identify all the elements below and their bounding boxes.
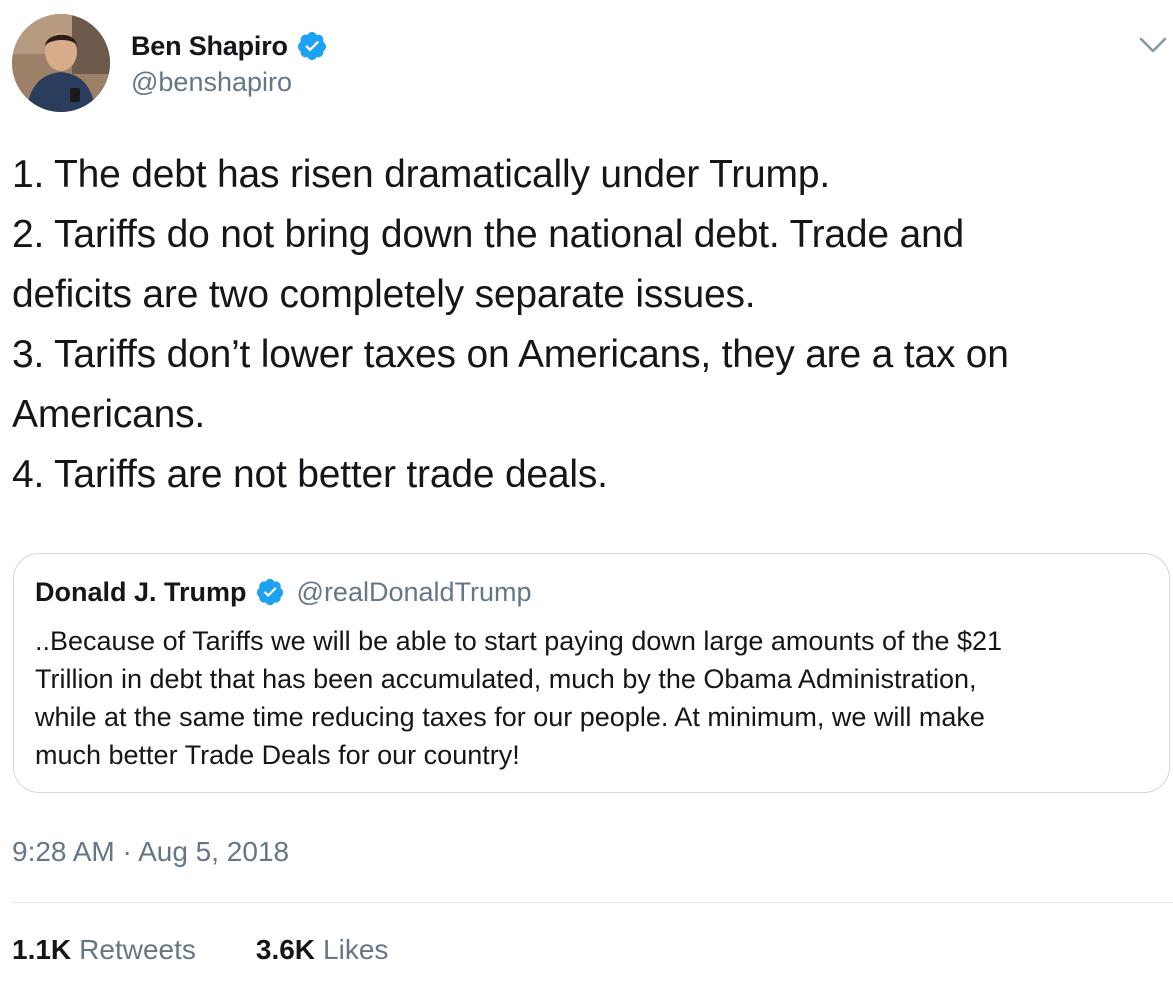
verified-badge-icon [296, 30, 328, 62]
quoted-author-handle: @realDonaldTrump [296, 576, 532, 607]
tweet-line: 1. The debt has risen dramatically under… [12, 153, 830, 196]
retweets-stat[interactable]: 1.1K Retweets [12, 934, 196, 966]
author-name-row[interactable]: Ben Shapiro [131, 28, 328, 64]
avatar[interactable] [12, 14, 110, 112]
tweet-stats: 1.1K Retweets 3.6K Likes [12, 934, 388, 966]
retweets-label: Retweets [79, 934, 196, 965]
chevron-down-icon[interactable] [1138, 33, 1168, 57]
retweets-count: 1.1K [12, 934, 72, 965]
tweet-line: Americans. [12, 393, 206, 436]
quoted-tweet-header: Donald J. Trump @realDonaldTrump [35, 574, 532, 610]
quoted-tweet-line: Trillion in debt that has been accumulat… [35, 664, 977, 694]
author-handle[interactable]: @benshapiro [131, 67, 292, 98]
tweet-line: 3. Tariffs don’t lower taxes on American… [12, 333, 1009, 376]
tweet-line: deficits are two completely separate iss… [12, 273, 756, 316]
likes-label: Likes [323, 934, 389, 965]
quoted-tweet-line: ..Because of Tariffs we will be able to … [35, 626, 1003, 656]
tweet-body: 1. The debt has risen dramatically under… [12, 145, 1162, 505]
tweet-line: 4. Tariffs are not better trade deals. [12, 453, 608, 496]
verified-badge-icon [255, 577, 285, 607]
quoted-author-display-name: Donald J. Trump [35, 576, 247, 607]
quoted-tweet-body: ..Because of Tariffs we will be able to … [35, 622, 1155, 774]
quoted-tweet-line: while at the same time reducing taxes fo… [35, 702, 985, 732]
author-display-name[interactable]: Ben Shapiro [131, 31, 288, 62]
quoted-tweet-card[interactable]: Donald J. Trump @realDonaldTrump ..Becau… [13, 553, 1170, 793]
likes-stat[interactable]: 3.6K Likes [256, 934, 389, 966]
divider [12, 902, 1173, 903]
tweet-header: Ben Shapiro @benshapiro [0, 0, 1173, 120]
avatar-photo [12, 14, 110, 112]
likes-count: 3.6K [255, 934, 316, 965]
tweet-line: 2. Tariffs do not bring down the nationa… [12, 213, 965, 256]
quoted-tweet-line: much better Trade Deals for our country! [35, 740, 520, 770]
tweet-timestamp[interactable]: 9:28 AM · Aug 5, 2018 [12, 836, 289, 868]
